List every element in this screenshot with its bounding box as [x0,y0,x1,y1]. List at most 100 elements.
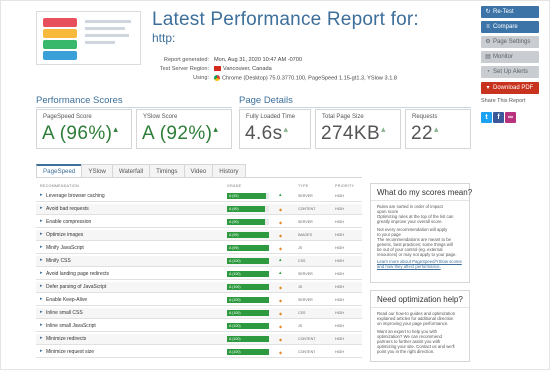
recommendation-priority: HIGH [335,194,344,198]
tab-history[interactable]: History [212,164,246,177]
recommendation-type: IMAGES [298,233,312,237]
grade-bar-fill: A (100) [227,284,269,290]
table-row[interactable]: ▸ Avoid landing page redirects A (100) ▴ SER… [36,269,362,280]
grade-bar-fill: A (100) [227,258,269,264]
trend-neutral-icon: ◆ [279,324,283,329]
table-row[interactable]: ▸ Minify JavaScript A (99) ◆ JS HIGH [36,243,362,254]
compare-icon: ≡ [486,24,490,30]
expand-icon[interactable]: ▸ [40,205,43,211]
compare-button[interactable]: ≡ Compare [481,21,539,33]
twitter-icon[interactable]: t [481,112,492,123]
grade-bar-fill: A (100) [227,336,269,342]
set-up-alerts-button[interactable]: ◔ Set Up Alerts [481,66,539,78]
trend-up-icon: ▴ [381,123,386,134]
recommendation-priority: HIGH [335,337,344,341]
tab-waterfall[interactable]: Waterfall [111,164,151,177]
report-title: Latest Performance Report for: [152,9,419,30]
grade-bar: A (92) [227,193,269,199]
page-details-rule [239,107,471,108]
recommendation-name: Minify JavaScript [46,245,84,251]
tab-timings[interactable]: Timings [149,164,185,177]
total-page-size-label: Total Page Size [322,114,364,120]
table-row[interactable]: ▸ Leverage browser caching A (92) ▴ SERVER HI… [36,191,362,202]
recommendation-type: JS [298,246,303,250]
table-row[interactable]: ▸ Defer parsing of JavaScript A (100) ◆ JS HI… [36,282,362,293]
table-row[interactable]: ▸ Minimize request size A (100) ◆ CONTENT HIG… [36,347,362,358]
expand-icon[interactable]: ▸ [40,231,43,237]
recommendation-type: CSS [298,259,306,263]
recommendation-priority: HIGH [335,285,344,289]
yslow-score-value: A (92%)▴ [142,123,219,144]
tab-yslow[interactable]: YSlow [81,164,113,177]
trend-neutral-icon: ◆ [279,311,283,316]
expand-icon[interactable]: ▸ [40,270,43,276]
expand-icon[interactable]: ▸ [40,218,43,224]
trend-neutral-icon: ◆ [279,233,283,238]
grade-bar-fill: A (100) [227,323,269,329]
tab-pagespeed[interactable]: PageSpeed [36,164,83,177]
recommendation-priority: HIGH [335,350,344,354]
trend-neutral-icon: ◆ [279,207,283,212]
meta-test-server-region: Test Server Region: Vancouver, Canada [159,66,272,72]
alerts-icon: ◔ [486,69,490,75]
share-label: Share This Report [481,98,526,104]
trend-neutral-icon: ◆ [279,337,283,342]
site-thumbnail [36,11,141,65]
expand-icon[interactable]: ▸ [40,322,43,328]
table-row[interactable]: ▸ Enable compression A (90) ◆ SERVER HIGH [36,217,362,228]
recommendation-name: Defer parsing of JavaScript [46,284,107,290]
scores-info-line: resources) or may not apply to your page… [377,252,457,257]
settings-icon: ⚙ [485,39,491,45]
recommendation-name: Avoid landing page redirects [46,271,110,277]
recommendation-type: SERVER [298,272,313,276]
table-row[interactable]: ▸ Enable Keep-Alive A (100) ◆ SERVER HIGH [36,295,362,306]
table-row[interactable]: ▸ Avoid bad requests A (90) ◆ CONTENT HIGH [36,204,362,215]
recommendation-type: CONTENT [298,207,316,211]
recommendation-priority: HIGH [335,259,344,263]
link-icon[interactable]: ∞ [505,112,516,123]
share-buttons: t f ∞ [481,106,539,124]
tab-rule [36,177,362,178]
download-pdf-button[interactable]: ▾ Download PDF [481,82,539,94]
fully-loaded-time-label: Fully Loaded Time [246,114,296,120]
expand-icon[interactable]: ▸ [40,296,43,302]
expand-icon[interactable]: ▸ [40,244,43,250]
expand-icon[interactable]: ▸ [40,309,43,315]
table-row[interactable]: ▸ Inline small JavaScript A (100) ◆ JS HIGH [36,321,362,332]
column-priority: PRIORITY [335,184,355,188]
recommendation-name: Inline small JavaScript [46,323,96,329]
table-row[interactable]: ▸ Optimize images A (99) ◆ IMAGES HIGH [36,230,362,241]
scores-info-box: What do my scores mean? Rules are sorted… [370,183,472,283]
expand-icon[interactable]: ▸ [40,257,43,263]
page-settings-button[interactable]: ⚙ Page Settings [481,36,539,48]
expand-icon[interactable]: ▸ [40,192,43,198]
facebook-icon[interactable]: f [493,112,504,123]
table-row[interactable]: ▸ Minify CSS A (100) ▴ CSS HIGH [36,256,362,267]
recommendation-name: Avoid bad requests [46,206,89,212]
meta-report-generated: Report generated: Mon, Aug 31, 2020 10:47… [163,57,303,63]
expand-icon[interactable]: ▸ [40,283,43,289]
recommendation-priority: HIGH [335,272,344,276]
grade-bar: A (100) [227,297,269,303]
expand-icon[interactable]: ▸ [40,348,43,354]
pagespeed-score-label: PageSpeed Score [43,114,92,120]
performance-rule [36,107,232,108]
report-tabs: PageSpeed YSlow Waterfall Timings Video … [36,164,246,177]
learn-more-link[interactable]: Learn more about PageSpeed/YSlow scores … [371,259,469,269]
recommendation-type: SERVER [298,298,313,302]
grade-bar: A (100) [227,271,269,277]
grade-bar: A (100) [227,349,269,355]
recommendation-priority: HIGH [335,220,344,224]
table-row[interactable]: ▸ Minimize redirects A (100) ◆ CONTENT HIGH [36,334,362,345]
retest-button[interactable]: ↻ Re-Test [481,6,539,18]
recommendation-name: Minimize request size [46,349,95,355]
trend-up-icon: ▴ [283,123,289,134]
tab-video[interactable]: Video [183,164,214,177]
expand-icon[interactable]: ▸ [40,335,43,341]
grade-bar: A (99) [227,232,269,238]
table-row[interactable]: ▸ Inline small CSS A (100) ◆ CSS HIGH [36,308,362,319]
grade-bar-fill: A (100) [227,271,269,277]
report-url[interactable]: http: [152,31,175,45]
grade-bar: A (100) [227,310,269,316]
monitor-button[interactable]: ▤ Monitor [481,51,539,63]
